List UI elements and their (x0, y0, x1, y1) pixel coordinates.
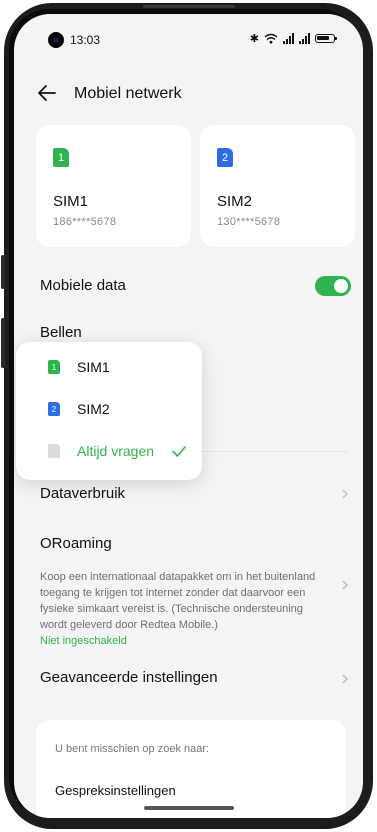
signal-icon-2 (299, 33, 310, 44)
sim1-number: 186****5678 (53, 216, 117, 228)
sim2-menu-badge: 2 (51, 404, 57, 414)
sim1-name: SIM1 (53, 193, 89, 210)
mobile-data-toggle[interactable] (315, 276, 351, 296)
bluetooth-icon: ✱ (249, 33, 259, 45)
screen: 13:03 ✱ Mobiel netwerk 1 SIM1 186****567… (14, 14, 363, 818)
menu-item-sim2[interactable]: 2 SIM2 (16, 389, 202, 429)
suggestions-card: U bent misschien op zoek naar: Gespreksi… (36, 720, 346, 818)
sim2-number: 130****5678 (217, 216, 281, 228)
sim1-icon: 1 (48, 360, 60, 374)
calls-sim-menu: 1 SIM1 2 SIM2 Altijd vragen (16, 342, 202, 480)
signal-icon-1 (283, 33, 294, 44)
calls-label[interactable]: Bellen (40, 324, 82, 341)
chevron-right-icon (342, 489, 348, 499)
sim1-icon: 1 (53, 148, 69, 167)
back-arrow-icon[interactable] (36, 82, 58, 104)
chevron-right-icon (342, 580, 348, 590)
sim2-name: SIM2 (217, 193, 253, 210)
data-usage-label[interactable]: Dataverbruik (40, 485, 125, 502)
advanced-settings-label[interactable]: Geavanceerde instellingen (40, 669, 218, 686)
oroaming-description: Koop een internationaal datapakket om in… (40, 571, 316, 631)
suggestions-heading: U bent misschien op zoek naar: (55, 743, 210, 755)
app-bar: Mobiel netwerk (14, 74, 363, 114)
menu-item-label: SIM1 (77, 359, 110, 375)
sim2-icon: 2 (217, 148, 233, 167)
menu-item-always-ask[interactable]: Altijd vragen (16, 431, 202, 471)
sim-card-1[interactable]: 1 SIM1 186****5678 (36, 125, 191, 247)
speaker-grille (143, 5, 235, 8)
checkmark-icon (172, 446, 186, 457)
power-button (1, 318, 5, 368)
home-indicator[interactable] (144, 806, 234, 810)
volume-button (1, 255, 5, 289)
mobile-data-label: Mobiele data (40, 277, 126, 294)
suggestion-item[interactable]: Gespreksinstellingen (55, 783, 176, 798)
status-icons: ✱ (249, 32, 337, 45)
menu-item-label: SIM2 (77, 401, 110, 417)
front-camera (48, 32, 64, 48)
sim-card-2[interactable]: 2 SIM2 130****5678 (200, 125, 355, 247)
status-bar: 13:03 ✱ (14, 14, 363, 60)
battery-icon (315, 34, 337, 43)
oroaming-status: Niet ingeschakeld (40, 635, 127, 647)
sim2-badge-number: 2 (221, 151, 229, 164)
wifi-icon (264, 33, 278, 44)
menu-item-sim1[interactable]: 1 SIM1 (16, 347, 202, 387)
page-title: Mobiel netwerk (74, 85, 182, 102)
sim1-badge-number: 1 (57, 151, 65, 164)
sim-ask-icon (48, 444, 60, 458)
device-frame: 13:03 ✱ Mobiel netwerk 1 SIM1 186****567… (0, 0, 377, 832)
sim2-icon: 2 (48, 402, 60, 416)
oroaming-label[interactable]: ORoaming (40, 535, 112, 552)
chevron-right-icon (342, 674, 348, 684)
status-time: 13:03 (70, 33, 101, 47)
menu-item-label: Altijd vragen (77, 443, 155, 459)
sim1-menu-badge: 1 (51, 362, 57, 372)
